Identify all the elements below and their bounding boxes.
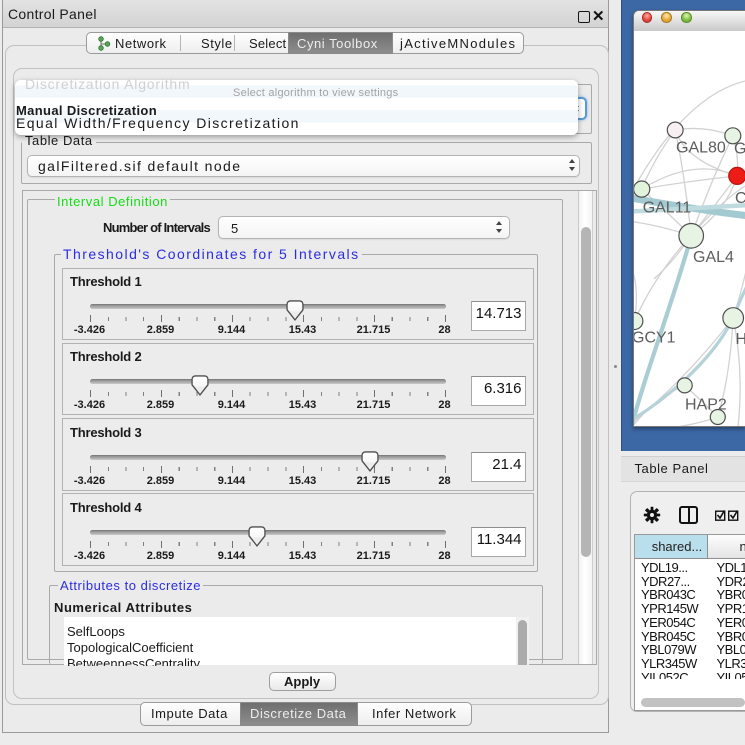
svg-text:C: C xyxy=(735,190,745,207)
svg-text:GAL11: GAL11 xyxy=(643,200,692,217)
svg-text:H: H xyxy=(736,331,745,348)
svg-text:GCY1: GCY1 xyxy=(634,330,676,347)
svg-text:GAL4: GAL4 xyxy=(693,249,734,266)
svg-text:GA: GA xyxy=(734,141,745,158)
svg-text:HAP2: HAP2 xyxy=(685,397,727,414)
svg-text:GAL80: GAL80 xyxy=(676,140,726,157)
